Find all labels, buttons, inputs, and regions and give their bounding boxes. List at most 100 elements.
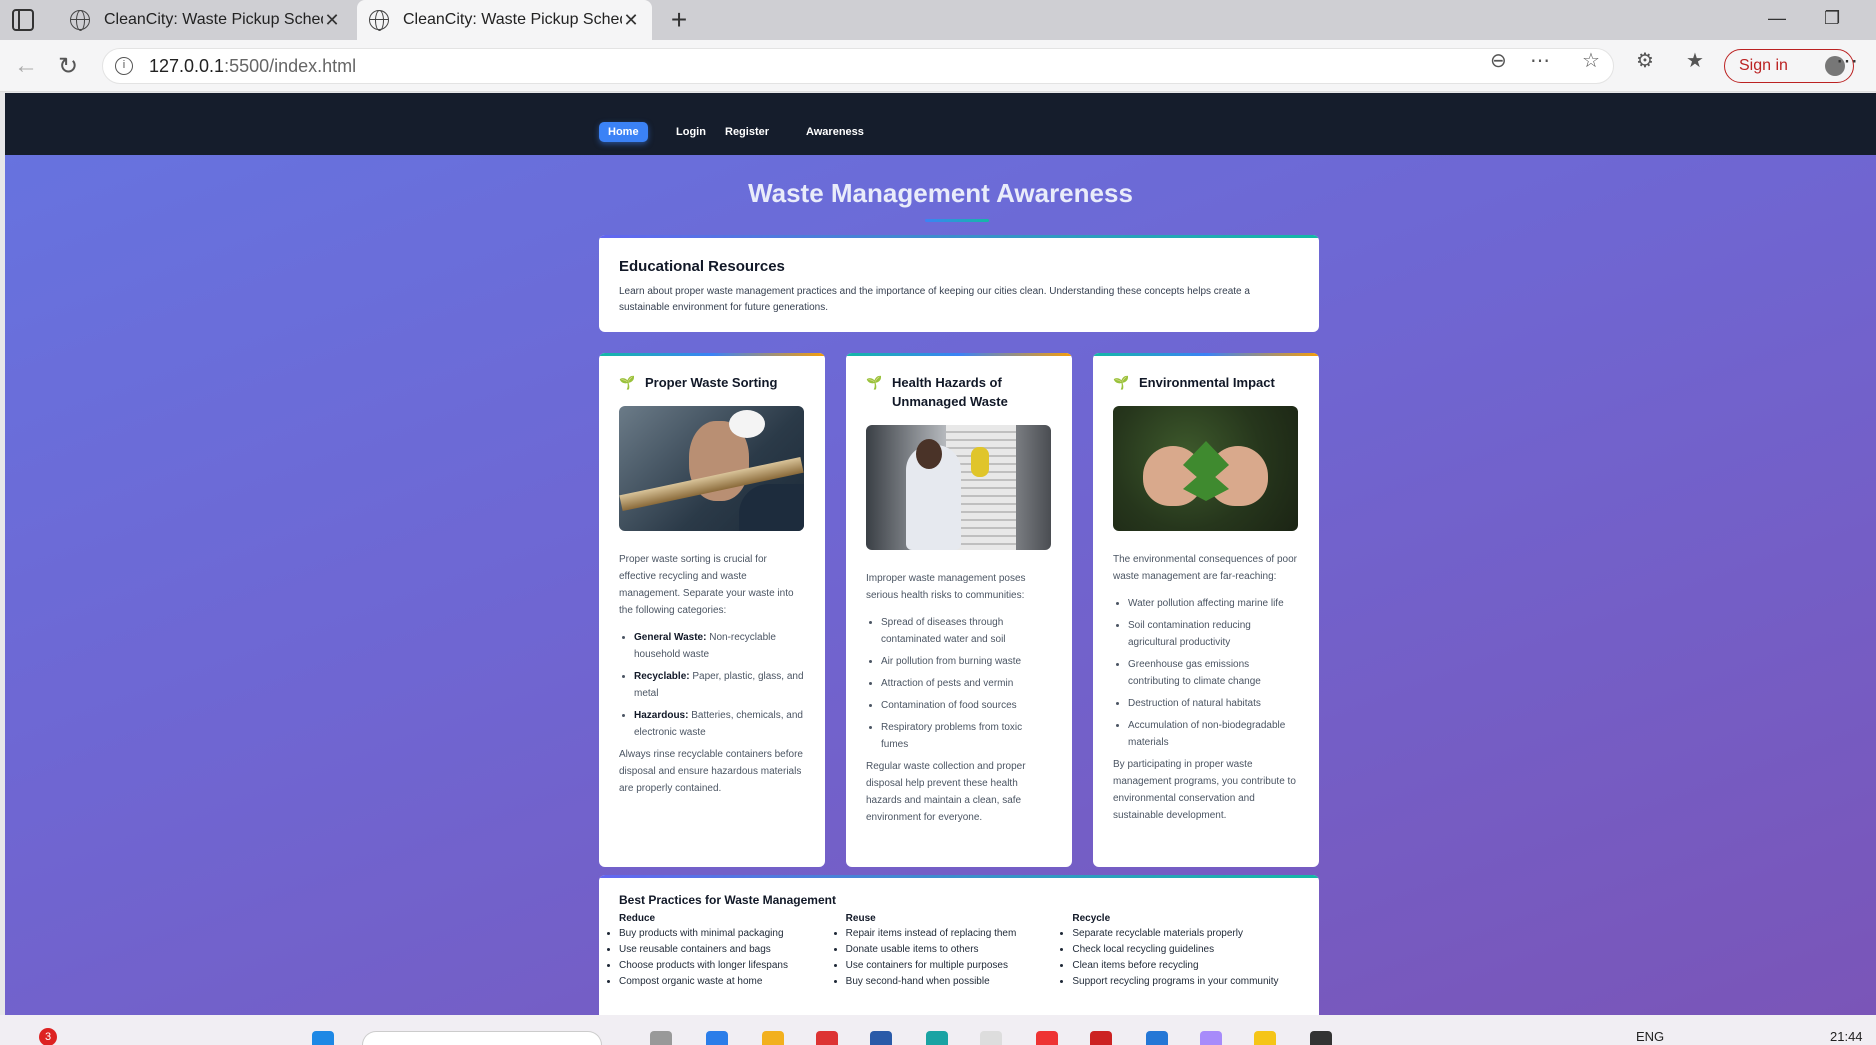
url-host: 127.0.0.1 <box>149 55 225 76</box>
reuse-column: Reuse Repair items instead of replacing … <box>846 913 1073 990</box>
impact-list: Water pollution affecting marine life So… <box>1128 595 1299 751</box>
address-bar-row: ← ↻ i 127.0.0.1:5500/index.html ⊖ ⋯ ☆ ⚙ … <box>0 40 1876 92</box>
restore-icon[interactable]: ❐ <box>1824 8 1840 29</box>
mail-icon[interactable] <box>980 1031 1002 1045</box>
list-item: Compost organic waste at home <box>619 974 846 990</box>
list-item: Clean items before recycling <box>1072 958 1299 974</box>
url-field[interactable]: i 127.0.0.1:5500/index.html <box>102 48 1614 84</box>
best-practices-card: Best Practices for Waste Management Redu… <box>599 875 1319 1015</box>
card-title: 🌱 Environmental Impact <box>1113 373 1299 392</box>
zoom-out-icon[interactable]: ⊖ <box>1490 48 1507 73</box>
list-item: Water pollution affecting marine life <box>1128 595 1299 612</box>
list-item: Donate usable items to others <box>846 942 1073 958</box>
new-tab-icon[interactable]: + <box>664 4 694 36</box>
browser-tab-bar: CleanCity: Waste Pickup Schedule ✕ Clean… <box>0 0 1876 40</box>
card-intro-text: Proper waste sorting is crucial for effe… <box>619 554 794 616</box>
hazards-list: Spread of diseases through contaminated … <box>881 614 1052 753</box>
best-practices-heading: Best Practices for Waste Management <box>619 893 836 907</box>
nav-register-link[interactable]: Register <box>725 122 769 142</box>
list-item: Contamination of food sources <box>881 697 1052 714</box>
card-footer-text: By participating in proper waste managem… <box>1113 759 1296 821</box>
list-item: Greenhouse gas emissions contributing to… <box>1128 656 1299 690</box>
chrome-icon[interactable] <box>816 1031 838 1045</box>
app-icon[interactable] <box>1090 1031 1112 1045</box>
app-icon[interactable] <box>1036 1031 1058 1045</box>
extensions-icon[interactable]: ⚙ <box>1636 48 1654 73</box>
list-item: General Waste: Non-recyclable household … <box>634 629 805 663</box>
card-footer-text: Always rinse recyclable containers befor… <box>619 749 803 794</box>
favorite-star-icon[interactable]: ☆ <box>1582 48 1600 73</box>
list-item: Air pollution from burning waste <box>881 653 1052 670</box>
close-tab-icon[interactable]: ✕ <box>622 10 640 31</box>
list-item: Use containers for multiple purposes <box>846 958 1073 974</box>
card-title: 🌱 Proper Waste Sorting <box>619 373 805 392</box>
globe-icon <box>369 10 389 31</box>
site-navbar: Home Login Register Awareness <box>5 93 1876 155</box>
favorites-icon[interactable]: ★ <box>1686 48 1704 73</box>
list-item: Spread of diseases through contaminated … <box>881 614 1052 648</box>
card-title: 🌱 Health Hazards of Unmanaged Waste <box>866 373 1052 411</box>
browser-tab-active[interactable]: CleanCity: Waste Pickup Schedule ✕ <box>357 0 652 40</box>
settings-menu-icon[interactable]: ⋯ <box>1836 48 1858 74</box>
sprout-icon: 🌱 <box>866 375 883 390</box>
os-taskbar: 3 ENG 21:44 <box>0 1015 1876 1045</box>
nav-awareness-link[interactable]: Awareness <box>806 122 864 142</box>
terminal-icon[interactable] <box>1310 1031 1332 1045</box>
list-item: Destruction of natural habitats <box>1128 695 1299 712</box>
app-icon[interactable] <box>1200 1031 1222 1045</box>
language-indicator[interactable]: ENG <box>1636 1029 1664 1044</box>
educational-resources-card: Educational Resources Learn about proper… <box>599 235 1319 332</box>
url-text: 127.0.0.1:5500/index.html <box>149 56 356 77</box>
copilot-icon[interactable] <box>706 1031 728 1045</box>
card-intro-text: Improper waste management poses serious … <box>866 573 1026 601</box>
list-item: Support recycling programs in your commu… <box>1072 974 1299 990</box>
list-item: Repair items instead of replacing them <box>846 926 1073 942</box>
item-label: Recyclable: <box>634 671 690 682</box>
card-intro-text: The environmental consequences of poor w… <box>1113 554 1298 582</box>
minimize-icon[interactable]: — <box>1768 8 1786 29</box>
refresh-icon[interactable]: ↻ <box>58 52 78 81</box>
edge-icon[interactable] <box>926 1031 948 1045</box>
site-info-icon[interactable]: i <box>115 57 133 75</box>
search-box[interactable] <box>362 1031 602 1045</box>
task-view-icon[interactable] <box>650 1031 672 1045</box>
health-hazards-card: 🌱 Health Hazards of Unmanaged Waste Impro… <box>846 353 1072 867</box>
page-title: Waste Management Awareness <box>748 178 1133 208</box>
item-label: Hazardous: <box>634 710 689 721</box>
group-title: Recycle <box>1072 913 1111 924</box>
more-tools-icon[interactable]: ⋯ <box>1530 48 1550 73</box>
sign-in-button[interactable]: Sign in <box>1724 49 1854 83</box>
list-item: Buy second-hand when possible <box>846 974 1073 990</box>
card-title-text: Environmental Impact <box>1139 375 1275 390</box>
vscode-icon[interactable] <box>1146 1031 1168 1045</box>
environmental-impact-card: 🌱 Environmental Impact The environmental … <box>1093 353 1319 867</box>
list-item: Use reusable containers and bags <box>619 942 846 958</box>
list-item: Recyclable: Paper, plastic, glass, and m… <box>634 668 805 702</box>
tab-title: CleanCity: Waste Pickup Schedule <box>104 11 323 28</box>
store-icon[interactable] <box>870 1031 892 1045</box>
globe-icon <box>70 10 90 31</box>
recycle-column: Recycle Separate recyclable materials pr… <box>1072 913 1299 990</box>
health-hazards-image <box>866 425 1051 550</box>
back-icon[interactable]: ← <box>14 52 38 80</box>
best-practices-columns: Reduce Buy products with minimal packagi… <box>619 913 1299 990</box>
group-title: Reduce <box>619 913 656 924</box>
app-icon[interactable] <box>1254 1031 1276 1045</box>
start-icon[interactable] <box>312 1031 334 1045</box>
notification-badge[interactable]: 3 <box>39 1028 57 1045</box>
list-item: Hazardous: Batteries, chemicals, and ele… <box>634 707 805 741</box>
nav-login-link[interactable]: Login <box>676 122 706 142</box>
nav-home-link[interactable]: Home <box>599 122 648 142</box>
waste-sorting-image <box>619 406 804 531</box>
intro-heading: Educational Resources <box>619 258 785 275</box>
list-item: Accumulation of non-biodegradable materi… <box>1128 717 1299 751</box>
list-item: Soil contamination reducing agricultural… <box>1128 617 1299 651</box>
clock[interactable]: 21:44 <box>1830 1029 1863 1044</box>
tab-title: CleanCity: Waste Pickup Schedule <box>403 11 622 28</box>
file-explorer-icon[interactable] <box>762 1031 784 1045</box>
browser-tab[interactable]: CleanCity: Waste Pickup Schedule ✕ <box>58 0 353 40</box>
tab-actions-icon[interactable] <box>12 9 34 31</box>
close-tab-icon[interactable]: ✕ <box>323 10 341 31</box>
list-item: Buy products with minimal packaging <box>619 926 846 942</box>
reduce-column: Reduce Buy products with minimal packagi… <box>619 913 846 990</box>
